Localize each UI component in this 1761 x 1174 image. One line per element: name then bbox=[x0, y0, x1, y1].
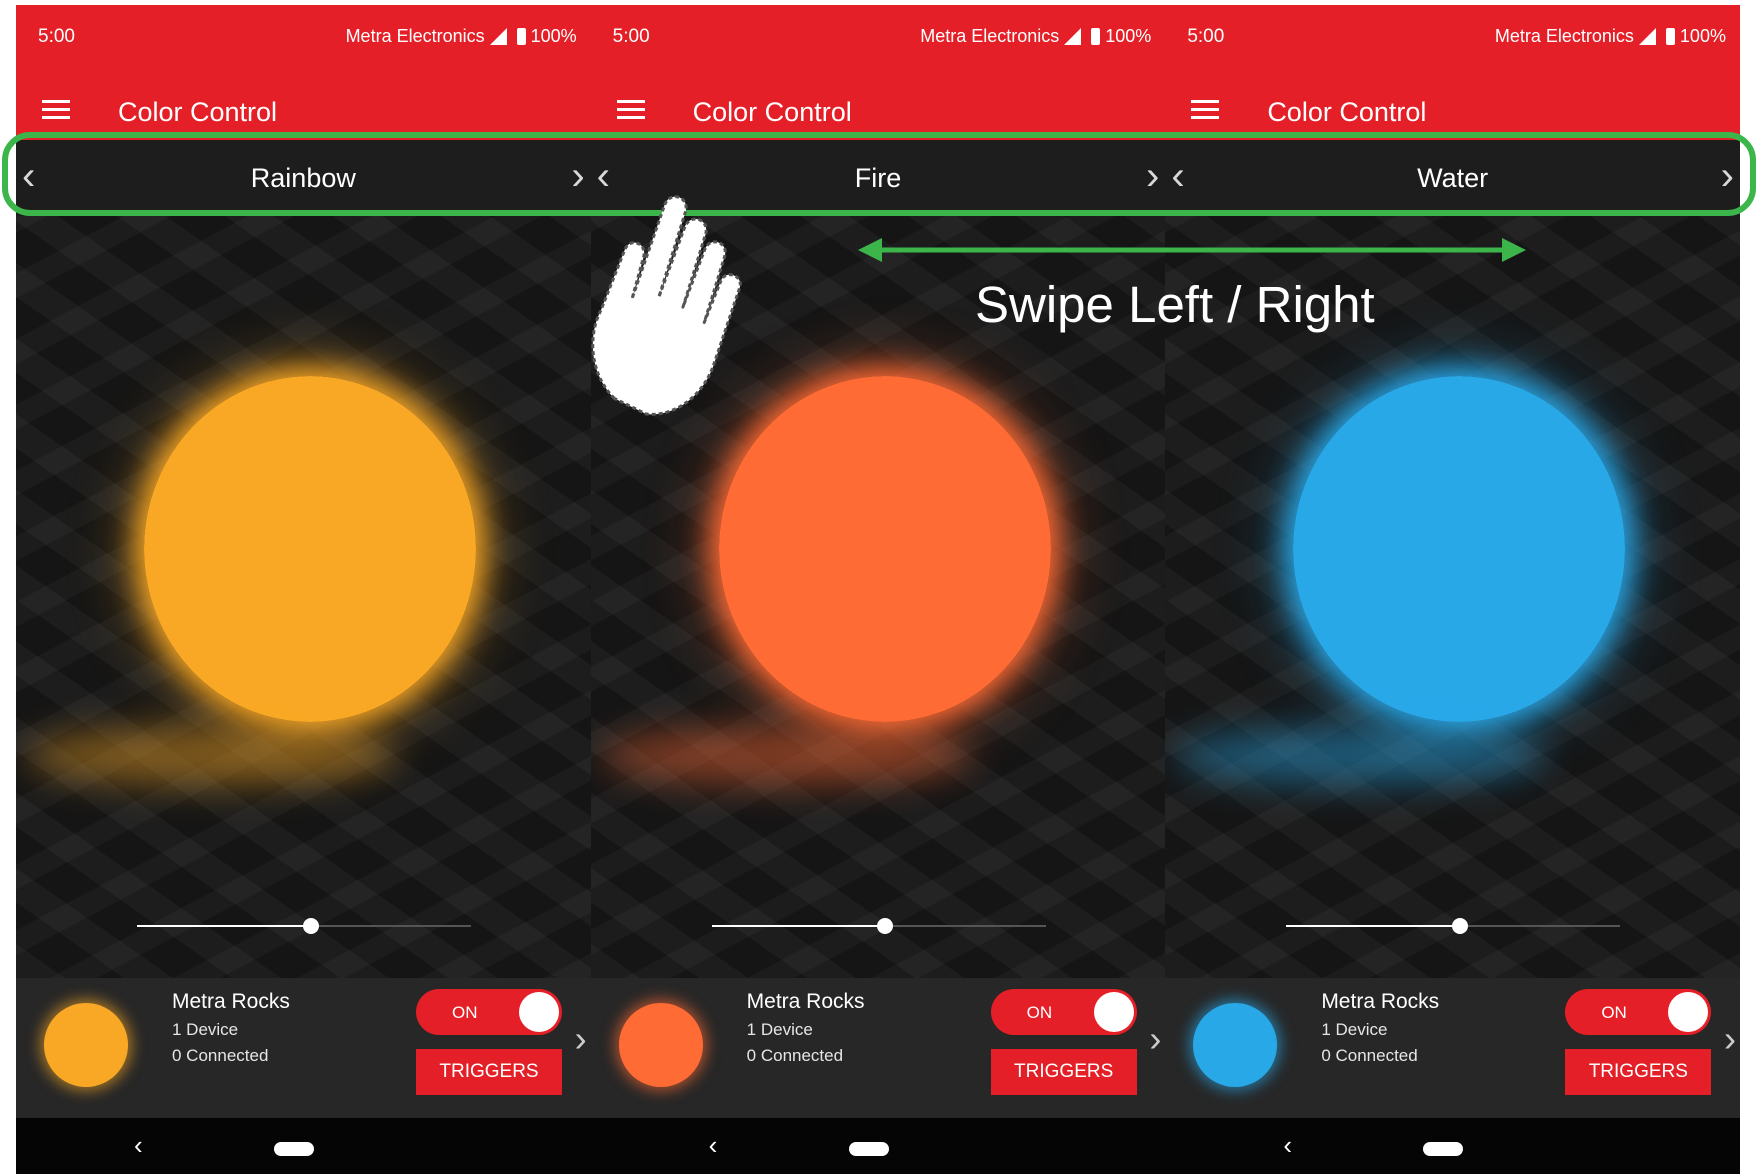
toggle-label: ON bbox=[452, 1003, 478, 1022]
device-count: 1 Device bbox=[746, 1020, 813, 1039]
toggle-knob bbox=[1093, 992, 1134, 1032]
hamburger-menu-icon[interactable] bbox=[616, 100, 645, 120]
triggers-button[interactable]: TRIGGERS bbox=[990, 1049, 1137, 1095]
status-time: 5:00 bbox=[612, 26, 650, 47]
app-bar: Color Control bbox=[590, 70, 1166, 140]
app-bar: Color Control bbox=[1165, 70, 1740, 140]
battery-icon bbox=[1091, 28, 1101, 45]
chevron-right-icon[interactable]: › bbox=[1149, 1018, 1161, 1060]
color-orb[interactable] bbox=[1293, 376, 1626, 722]
toggle-label: ON bbox=[1601, 1003, 1627, 1022]
battery-icon bbox=[516, 28, 526, 45]
device-connected: 0 Connected bbox=[172, 1046, 269, 1065]
power-toggle[interactable]: ON bbox=[990, 989, 1137, 1035]
chevron-right-icon[interactable]: › bbox=[1721, 154, 1734, 198]
swipe-instruction: Swipe Left / Right bbox=[975, 276, 1375, 333]
carrier-name: Metra Electronics bbox=[1494, 26, 1634, 46]
app-title: Color Control bbox=[118, 97, 278, 127]
status-indicators: Metra Electronics 100% bbox=[1495, 26, 1726, 47]
device-connected: 0 Connected bbox=[1321, 1046, 1418, 1065]
toggle-knob bbox=[1668, 992, 1709, 1032]
orb-reflection bbox=[1175, 726, 1546, 786]
hamburger-menu-icon[interactable] bbox=[42, 100, 70, 120]
slider-thumb[interactable] bbox=[1451, 918, 1468, 934]
triggers-button[interactable]: TRIGGERS bbox=[1565, 1049, 1712, 1095]
screens-row: 5:00 Metra Electronics 100% Color Contro… bbox=[16, 5, 1740, 1174]
signal-icon bbox=[1638, 28, 1656, 45]
device-bar: Metra Rocks 1 Device 0 Connected ON TRIG… bbox=[590, 978, 1166, 1118]
home-icon[interactable] bbox=[1423, 1142, 1464, 1156]
signal-icon bbox=[1064, 28, 1082, 45]
app-title: Color Control bbox=[692, 97, 852, 127]
slider-fill bbox=[711, 925, 886, 927]
app-title: Color Control bbox=[1267, 97, 1427, 127]
device-connected: 0 Connected bbox=[746, 1046, 844, 1065]
toggle-knob bbox=[519, 992, 559, 1032]
toggle-label: ON bbox=[1026, 1003, 1053, 1022]
status-bar: 5:00 Metra Electronics 100% bbox=[16, 5, 591, 70]
status-bar: 5:00 Metra Electronics 100% bbox=[1165, 5, 1740, 70]
back-icon[interactable]: ‹ bbox=[1283, 1130, 1292, 1161]
back-icon[interactable]: ‹ bbox=[709, 1130, 718, 1161]
device-color-indicator[interactable] bbox=[618, 1003, 703, 1087]
battery-level: 100% bbox=[1679, 26, 1726, 46]
hamburger-menu-icon[interactable] bbox=[1191, 100, 1220, 120]
home-icon[interactable] bbox=[274, 1142, 314, 1156]
battery-level: 100% bbox=[530, 26, 577, 46]
slider-fill bbox=[137, 925, 311, 927]
battery-icon bbox=[1665, 28, 1675, 45]
double-arrow-icon bbox=[858, 238, 1526, 262]
orb-reflection bbox=[26, 726, 396, 786]
device-name: Metra Rocks bbox=[746, 990, 865, 1013]
status-indicators: Metra Electronics 100% bbox=[920, 26, 1151, 47]
status-indicators: Metra Electronics 100% bbox=[346, 26, 577, 47]
power-toggle[interactable]: ON bbox=[1565, 989, 1712, 1035]
phone-screen-rainbow: 5:00 Metra Electronics 100% Color Contro… bbox=[16, 5, 591, 1174]
mode-selector[interactable]: ‹ Rainbow › bbox=[16, 140, 591, 216]
device-count: 1 Device bbox=[1321, 1020, 1388, 1039]
home-icon[interactable] bbox=[848, 1142, 889, 1156]
slider-thumb[interactable] bbox=[877, 918, 894, 934]
chevron-right-icon[interactable]: › bbox=[1146, 154, 1159, 198]
orb-reflection bbox=[600, 726, 971, 786]
color-orb[interactable] bbox=[144, 376, 476, 722]
slider-fill bbox=[1286, 925, 1460, 927]
device-bar: Metra Rocks 1 Device 0 Connected ON TRIG… bbox=[16, 978, 591, 1118]
system-nav-bar: ‹ bbox=[590, 1118, 1166, 1174]
device-name: Metra Rocks bbox=[1321, 990, 1440, 1013]
triggers-button[interactable]: TRIGGERS bbox=[416, 1049, 562, 1095]
status-bar: 5:00 Metra Electronics 100% bbox=[590, 5, 1166, 70]
app-bar: Color Control bbox=[16, 70, 591, 140]
carrier-name: Metra Electronics bbox=[920, 26, 1060, 46]
brightness-slider[interactable] bbox=[711, 916, 1046, 936]
signal-icon bbox=[489, 28, 507, 45]
brightness-slider[interactable] bbox=[137, 916, 471, 936]
battery-level: 100% bbox=[1105, 26, 1152, 46]
device-name: Metra Rocks bbox=[172, 990, 290, 1013]
mode-label: Rainbow bbox=[250, 163, 356, 193]
brightness-slider[interactable] bbox=[1286, 916, 1621, 936]
mode-selector[interactable]: ‹ Water › bbox=[1165, 140, 1740, 216]
system-nav-bar: ‹ bbox=[16, 1118, 591, 1174]
slider-thumb[interactable] bbox=[302, 918, 319, 934]
back-icon[interactable]: ‹ bbox=[134, 1130, 143, 1161]
color-preview-area bbox=[16, 216, 591, 978]
phone-screen-water: 5:00 Metra Electronics 100% Color Contro… bbox=[1165, 5, 1740, 1174]
mode-label: Water bbox=[1417, 163, 1489, 193]
status-time: 5:00 bbox=[1187, 26, 1225, 47]
device-bar: Metra Rocks 1 Device 0 Connected ON TRIG… bbox=[1165, 978, 1740, 1118]
device-count: 1 Device bbox=[172, 1020, 239, 1039]
carrier-name: Metra Electronics bbox=[345, 26, 485, 46]
device-color-indicator[interactable] bbox=[44, 1003, 128, 1087]
device-color-indicator[interactable] bbox=[1193, 1003, 1278, 1087]
chevron-right-icon[interactable]: › bbox=[1724, 1018, 1736, 1060]
status-time: 5:00 bbox=[38, 26, 75, 47]
pointing-hand-icon bbox=[591, 195, 742, 416]
chevron-right-icon[interactable]: › bbox=[575, 1018, 587, 1060]
power-toggle[interactable]: ON bbox=[416, 989, 562, 1035]
system-nav-bar: ‹ bbox=[1165, 1118, 1740, 1174]
